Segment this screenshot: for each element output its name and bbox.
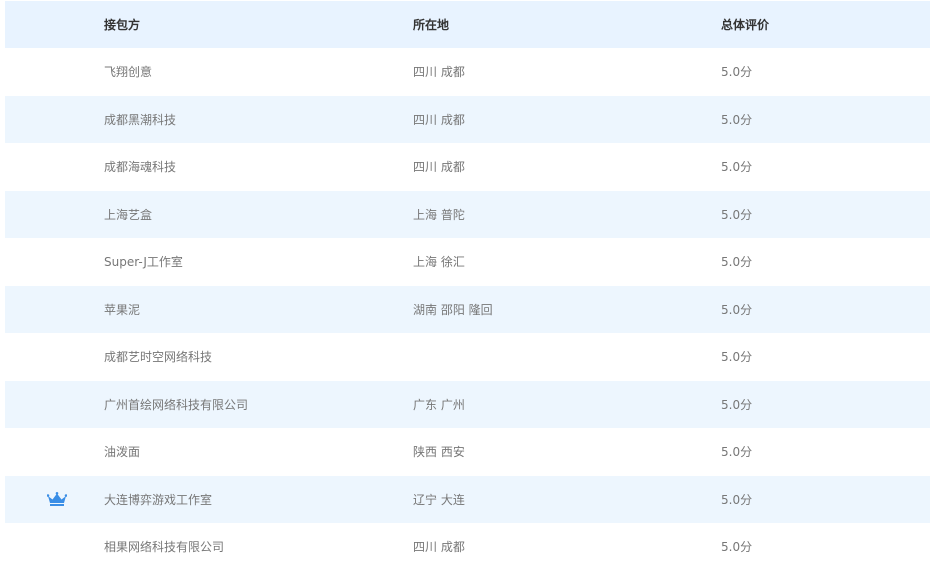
column-header-name: 接包方 xyxy=(104,18,141,32)
contractor-rating: 5.0分 xyxy=(721,397,753,412)
table-row[interactable]: 飞翔创意 四川 成都 5.0分 xyxy=(5,48,930,96)
contractor-name[interactable]: 成都海魂科技 xyxy=(104,143,176,191)
contractor-name[interactable]: 苹果泥 xyxy=(104,286,140,334)
table-row[interactable]: 相果网络科技有限公司 四川 成都 5.0分 xyxy=(5,523,930,571)
table-row[interactable]: 上海艺盒 上海 普陀 5.0分 xyxy=(5,190,930,239)
contractor-rating: 5.0分 xyxy=(721,65,753,80)
contractor-name[interactable]: 飞翔创意 xyxy=(104,48,152,96)
contractor-name[interactable]: 成都艺时空网络科技 xyxy=(104,333,212,381)
contractor-rating: 5.0分 xyxy=(721,112,753,127)
table-row[interactable]: 油泼面 陕西 西安 5.0分 xyxy=(5,428,930,476)
contractor-rating: 5.0分 xyxy=(721,160,753,175)
contractor-location: 陕西 西安 xyxy=(413,445,465,460)
table-header: 接包方 所在地 总体评价 xyxy=(5,1,930,48)
contractor-location: 上海 普陀 xyxy=(413,207,465,222)
table-row[interactable]: 广州首绘网络科技有限公司 广东 广州 5.0分 xyxy=(5,380,930,429)
contractor-name[interactable]: 广州首绘网络科技有限公司 xyxy=(104,381,248,429)
contractor-name[interactable]: 油泼面 xyxy=(104,428,140,476)
contractor-rating: 5.0分 xyxy=(721,207,753,222)
table-row[interactable]: 成都海魂科技 四川 成都 5.0分 xyxy=(5,143,930,191)
contractor-name[interactable]: 大连博弈游戏工作室 xyxy=(104,476,212,524)
contractor-rating: 5.0分 xyxy=(721,255,753,270)
table-row[interactable]: 成都艺时空网络科技 5.0分 xyxy=(5,333,930,381)
contractor-name[interactable]: 上海艺盒 xyxy=(104,191,152,239)
contractor-rating: 5.0分 xyxy=(721,540,753,555)
table-row[interactable]: Super-J工作室 上海 徐汇 5.0分 xyxy=(5,238,930,286)
contractor-rating: 5.0分 xyxy=(721,302,753,317)
column-header-location: 所在地 xyxy=(413,18,450,32)
contractor-location: 广东 广州 xyxy=(413,397,465,412)
table-row[interactable]: 大连博弈游戏工作室 辽宁 大连 5.0分 xyxy=(5,475,930,524)
contractor-location: 四川 成都 xyxy=(413,160,465,175)
contractor-rating: 5.0分 xyxy=(721,492,753,507)
table-row[interactable]: 成都黑潮科技 四川 成都 5.0分 xyxy=(5,95,930,144)
contractor-location: 湖南 邵阳 隆回 xyxy=(413,302,493,317)
contractor-table: 接包方 所在地 总体评价 飞翔创意 四川 成都 5.0分 成都黑潮科技 四川 成都 5.0… xyxy=(5,1,930,571)
contractor-name[interactable]: 成都黑潮科技 xyxy=(104,96,176,144)
column-header-rating: 总体评价 xyxy=(721,18,770,32)
contractor-location: 四川 成都 xyxy=(413,65,465,80)
contractor-rating: 5.0分 xyxy=(721,350,753,365)
contractor-rating: 5.0分 xyxy=(721,445,753,460)
table-row[interactable]: 苹果泥 湖南 邵阳 隆回 5.0分 xyxy=(5,285,930,334)
contractor-location: 四川 成都 xyxy=(413,540,465,555)
contractor-location: 四川 成都 xyxy=(413,112,465,127)
contractor-name[interactable]: 相果网络科技有限公司 xyxy=(104,523,224,571)
contractor-name[interactable]: Super-J工作室 xyxy=(104,238,183,286)
crown-icon xyxy=(45,476,69,524)
table-body: 飞翔创意 四川 成都 5.0分 成都黑潮科技 四川 成都 5.0分 成都海魂科技 四川 成都 5… xyxy=(5,48,930,571)
contractor-location: 上海 徐汇 xyxy=(413,255,465,270)
contractor-location: 辽宁 大连 xyxy=(413,492,465,507)
